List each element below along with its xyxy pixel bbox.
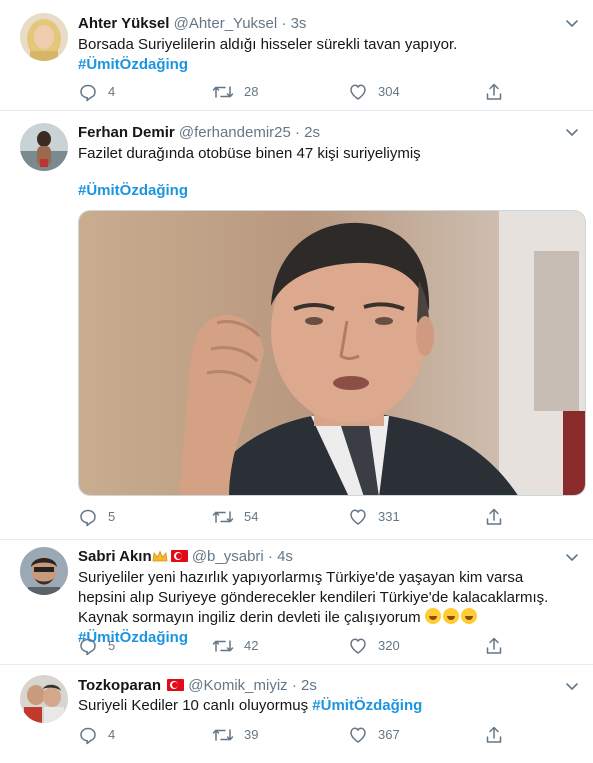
retweet-count: 39 (244, 727, 259, 742)
timestamp[interactable]: 2s (304, 124, 320, 141)
share-button[interactable] (484, 636, 504, 656)
heart-icon (350, 84, 366, 100)
share-icon (486, 508, 502, 525)
man-photo-image (79, 211, 585, 495)
timestamp[interactable]: 2s (301, 677, 317, 694)
like-button[interactable]: 367 (348, 725, 400, 745)
reply-button[interactable]: 5 (78, 636, 115, 656)
tweet-actions: 5 54 331 (78, 507, 502, 527)
like-button[interactable]: 331 (348, 507, 400, 527)
like-count: 367 (378, 727, 400, 742)
tweet-actions: 4 28 304 (78, 82, 502, 102)
reply-button[interactable]: 5 (78, 507, 115, 527)
retweet-count: 42 (244, 638, 259, 653)
tweet-actions: 4 39 367 (78, 725, 502, 745)
avatar[interactable] (20, 547, 68, 595)
retweet-button[interactable]: 39 (212, 725, 258, 745)
reply-icon (80, 727, 96, 745)
retweet-icon (212, 640, 234, 652)
reply-button[interactable]: 4 (78, 82, 115, 102)
heart-icon (350, 638, 366, 654)
tweet-hashtag-line: #ÜmitÖzdağing (78, 181, 568, 201)
tweet-tozkoparan[interactable]: Tozkoparan @Komik_miyiz · 2s Suriyeli Ke… (0, 665, 593, 763)
share-icon (486, 637, 502, 654)
reply-count: 4 (108, 727, 116, 742)
reply-count: 5 (108, 509, 116, 524)
tweet-header: Ferhan Demir @ferhandemir25 · 2s (78, 123, 320, 142)
retweet-icon (212, 729, 234, 741)
display-name[interactable]: Ferhan Demir (78, 124, 175, 141)
separator-dot: · (281, 15, 287, 32)
like-count: 304 (378, 84, 400, 99)
heart-icon (350, 727, 366, 743)
avatar[interactable] (20, 123, 68, 171)
tweet-text: Borsada Suriyelilerin aldığı hisseler sü… (78, 35, 568, 75)
chevron-down-icon[interactable] (563, 123, 581, 141)
hashtag-link[interactable]: #ÜmitÖzdağing (312, 697, 422, 714)
hashtag-link[interactable]: #ÜmitÖzdağing (78, 182, 188, 199)
retweet-icon (212, 511, 234, 523)
tweet-ferhan-demir[interactable]: Ferhan Demir @ferhandemir25 · 2s Fazilet… (0, 111, 593, 540)
user-handle[interactable]: @b_ysabri (192, 548, 264, 565)
reply-count: 5 (108, 638, 116, 653)
avatar[interactable] (20, 13, 68, 61)
laughing-emoji-icon (442, 608, 459, 624)
laughing-emoji-icon (460, 608, 477, 624)
tweet-sabri-akin[interactable]: Sabri Akın @b_ysabri · 4s Suriyeliler ye… (0, 540, 593, 665)
timestamp[interactable]: 4s (277, 548, 293, 565)
separator-dot: · (295, 124, 300, 141)
user-handle[interactable]: @Ahter_Yuksel (174, 15, 278, 32)
share-icon (486, 83, 502, 100)
laughing-emoji-icon (424, 608, 441, 624)
turkey-flag-icon (170, 550, 188, 562)
retweet-count: 54 (244, 509, 259, 524)
turkey-flag-icon (167, 679, 185, 691)
share-button[interactable] (484, 507, 504, 527)
reply-button[interactable]: 4 (78, 725, 115, 745)
display-name[interactable]: Ahter Yüksel (78, 15, 169, 32)
user-handle[interactable]: @Komik_miyiz (188, 677, 287, 694)
separator-dot: · (267, 548, 273, 565)
tweet-body: Suriyeliler yeni hazırlık yapıyorlarmış … (78, 569, 549, 626)
tweet-text: Fazilet durağında otobüse binen 47 kişi … (78, 144, 568, 164)
timestamp[interactable]: 3s (291, 15, 307, 32)
tweet-body: Fazilet durağında otobüse binen 47 kişi … (78, 145, 421, 162)
display-name[interactable]: Tozkoparan (78, 677, 161, 694)
retweet-button[interactable]: 54 (212, 507, 258, 527)
avatar[interactable] (20, 675, 68, 723)
retweet-button[interactable]: 28 (212, 82, 258, 102)
reply-count: 4 (108, 84, 116, 99)
share-button[interactable] (484, 725, 504, 745)
retweet-button[interactable]: 42 (212, 636, 258, 656)
tweet-header: Tozkoparan @Komik_miyiz · 2s (78, 676, 317, 695)
display-name[interactable]: Sabri Akın (78, 548, 152, 565)
heart-icon (350, 509, 366, 525)
chevron-down-icon[interactable] (563, 548, 581, 566)
tweet-text: Suriyeli Kediler 10 canlı oluyormuş #Ümi… (78, 696, 568, 716)
separator-dot: · (291, 677, 297, 694)
crown-icon (152, 550, 168, 562)
tweet-actions: 5 42 320 (78, 636, 502, 656)
reply-icon (80, 84, 96, 102)
tweet-header: Ahter Yüksel @Ahter_Yuksel · 3s (78, 14, 306, 33)
like-count: 320 (378, 638, 400, 653)
chevron-down-icon[interactable] (563, 677, 581, 695)
hashtag-link[interactable]: #ÜmitÖzdağing (78, 56, 188, 73)
chevron-down-icon[interactable] (563, 14, 581, 32)
share-icon (486, 726, 502, 743)
user-handle[interactable]: @ferhandemir25 (179, 124, 291, 141)
tweet-header: Sabri Akın @b_ysabri · 4s (78, 547, 293, 566)
tweet-body: Borsada Suriyelilerin aldığı hisseler sü… (78, 36, 458, 53)
like-button[interactable]: 304 (348, 82, 400, 102)
tweet-ahter-yuksel[interactable]: Ahter Yüksel @Ahter_Yuksel · 3s Borsada … (0, 0, 593, 111)
reply-icon (80, 509, 96, 527)
share-button[interactable] (484, 82, 504, 102)
reply-icon (80, 638, 96, 656)
like-count: 331 (378, 509, 400, 524)
retweet-icon (212, 86, 234, 98)
tweet-body: Suriyeli Kediler 10 canlı oluyormuş (78, 697, 309, 714)
like-button[interactable]: 320 (348, 636, 400, 656)
tweet-photo[interactable] (78, 210, 586, 496)
retweet-count: 28 (244, 84, 259, 99)
